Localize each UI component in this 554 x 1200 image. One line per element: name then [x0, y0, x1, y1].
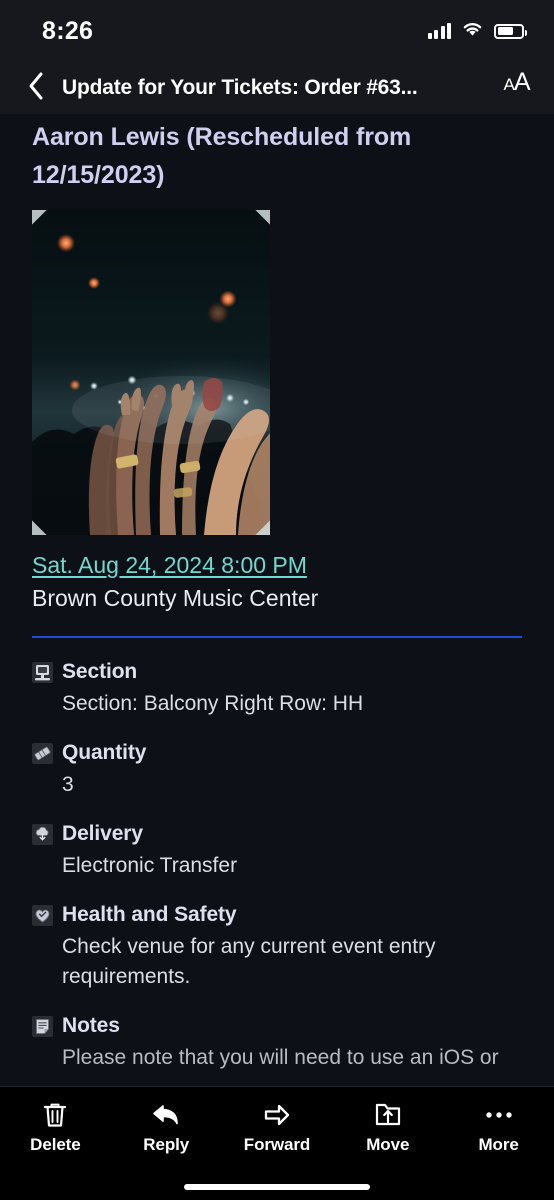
navigation-bar: Update for Your Tickets: Order #63... A …: [0, 62, 554, 114]
email-action-toolbar: Delete Reply Forward Move More: [0, 1086, 554, 1200]
more-ellipsis-icon: [485, 1100, 513, 1130]
detail-value: Please note that you will need to use an…: [62, 1046, 499, 1069]
detail-label: Health and Safety: [62, 903, 237, 926]
detail-label: Delivery: [62, 822, 143, 845]
more-button[interactable]: More: [449, 1100, 549, 1155]
text-size-button[interactable]: A A: [494, 68, 540, 108]
delete-button[interactable]: Delete: [5, 1100, 105, 1155]
detail-value: Electronic Transfer: [62, 854, 238, 877]
detail-label: Quantity: [62, 741, 147, 764]
image-corner-marker-top-left: [32, 210, 48, 226]
detail-value: 3: [62, 773, 74, 796]
detail-quantity: Quantity 3: [32, 741, 522, 800]
cellular-signal-icon: [427, 23, 451, 39]
reply-icon: [151, 1100, 181, 1130]
detail-value: Check venue for any current event entry …: [62, 935, 436, 988]
detail-header: Section: [32, 660, 522, 684]
detail-label: Notes: [62, 1014, 120, 1037]
move-button[interactable]: Move: [338, 1100, 438, 1155]
image-corner-marker-top-right: [254, 210, 270, 226]
forward-icon: [262, 1100, 292, 1130]
forward-button[interactable]: Forward: [227, 1100, 327, 1155]
section-divider: [32, 636, 522, 638]
move-folder-icon: [374, 1100, 402, 1130]
text-size-large-a: A: [513, 68, 531, 96]
detail-notes: Notes Please note that you will need to …: [32, 1014, 522, 1073]
email-content: Aaron Lewis (Rescheduled from 12/15/2023…: [0, 114, 554, 1200]
event-title: Aaron Lewis (Rescheduled from 12/15/2023…: [32, 123, 412, 189]
seat-icon: [32, 661, 53, 683]
event-venue: Brown County Music Center: [32, 585, 319, 611]
wifi-icon: [461, 20, 484, 42]
reply-button[interactable]: Reply: [116, 1100, 216, 1155]
toolbar-label: Move: [366, 1135, 410, 1154]
detail-section: Section Section: Balcony Right Row: HH: [32, 660, 522, 719]
battery-icon: [494, 23, 527, 39]
trash-icon: [42, 1100, 68, 1130]
page-title: Update for Your Tickets: Order #63...: [62, 76, 418, 99]
detail-header: Health and Safety: [32, 903, 522, 927]
status-bar-time: 8:26: [42, 16, 94, 45]
detail-header: Notes: [32, 1014, 522, 1038]
image-corner-marker-bottom-left: [32, 519, 48, 535]
concert-crowd-photo: [32, 210, 270, 535]
detail-value: Section: Balcony Right Row: HH: [62, 692, 364, 715]
back-button[interactable]: [16, 68, 56, 108]
toolbar-label: Delete: [30, 1135, 81, 1154]
notes-icon: [32, 1015, 53, 1037]
toolbar-label: Forward: [243, 1135, 311, 1154]
status-bar-icons: [427, 20, 527, 42]
ticket-icon: [32, 742, 53, 764]
heart-shield-icon: [32, 904, 53, 926]
toolbar-label: More: [478, 1135, 519, 1154]
delivery-cloud-icon: [32, 823, 53, 845]
status-bar: 8:26: [0, 0, 554, 62]
concert-photo-container[interactable]: [32, 210, 270, 535]
detail-health-and-safety: Health and Safety Check venue for any cu…: [32, 903, 522, 992]
image-corner-marker-bottom-right: [254, 519, 270, 535]
detail-label: Section: [62, 660, 138, 683]
toolbar-label: Reply: [143, 1135, 190, 1154]
detail-delivery: Delivery Electronic Transfer: [32, 822, 522, 881]
detail-header: Delivery: [32, 822, 522, 846]
chevron-left-icon: [27, 71, 45, 106]
home-indicator: [184, 1184, 370, 1190]
event-date-link[interactable]: Sat. Aug 24, 2024 8:00 PM: [32, 552, 307, 579]
detail-header: Quantity: [32, 741, 522, 765]
